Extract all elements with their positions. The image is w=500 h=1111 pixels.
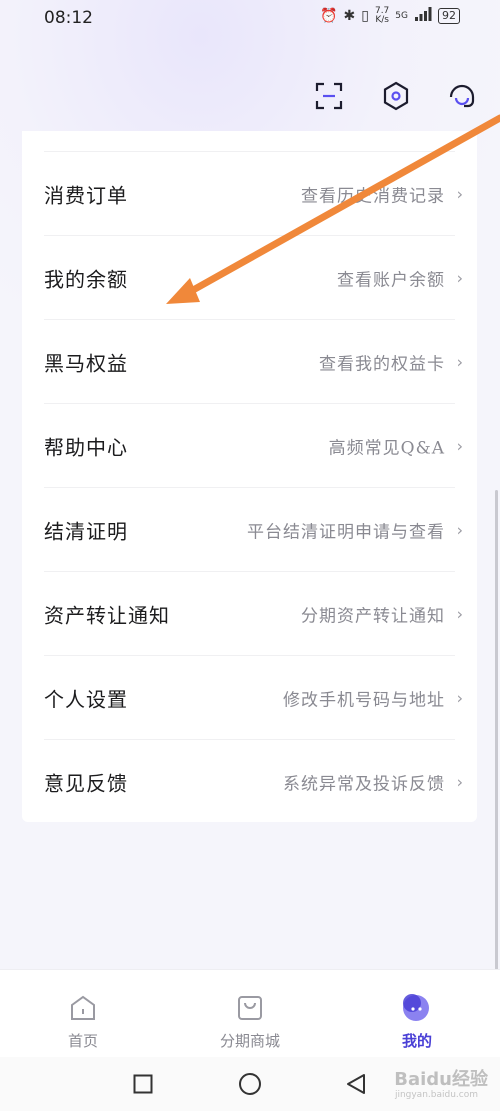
menu-item-subtitle: 系统异常及投诉反馈 [283,774,445,795]
profile-icon [403,994,429,1021]
menu-card: 消费订单 查看历史消费记录 › 我的余额 查看账户余额 › 黑马权益 查看我的权益卡 › 帮助中心… [22,131,477,822]
tab-label-mine: 我的 [401,1032,432,1050]
menu-item-label: 消费订单 [44,183,128,208]
tab-label-home: 首页 [67,1032,98,1050]
menu-item[interactable]: 帮助中心 高频常见Q&A › [22,404,477,488]
chevron-right-icon: › [456,184,463,204]
chevron-right-icon: › [456,688,463,708]
menu-item-label: 意见反馈 [44,771,128,796]
menu-item-label: 黑马权益 [44,351,128,376]
circle-icon [239,1073,261,1095]
menu-item-label: 结清证明 [44,519,128,544]
chevron-right-icon: › [456,436,463,456]
chevron-right-icon: › [456,604,463,624]
menu-item[interactable]: 个人设置 修改手机号码与地址 › [22,656,477,740]
back-button[interactable] [343,1071,369,1097]
menu-item-subtitle: 查看我的权益卡 [319,354,445,375]
status-time: 08:12 [44,8,93,28]
shopping-bag-icon [238,996,262,1020]
tab-installment-mall[interactable]: 分期商城 [167,970,333,1058]
recent-apps-button[interactable] [130,1071,156,1097]
menu-item[interactable]: 意见反馈 系统异常及投诉反馈 › [22,740,477,824]
watermark-brand: Baidu经验 [394,1069,488,1090]
tab-mine[interactable]: 我的 [334,970,500,1058]
customer-service-icon[interactable] [442,76,482,116]
bottom-tab-bar: 首页 分期商城 我的 [0,969,500,1058]
menu-item-subtitle: 查看账户余额 [337,270,445,291]
menu-item-subtitle: 高频常见Q&A [328,438,445,459]
status-icons: ⏰ ✱ ▯ 7.7 K/s 5G 92 [320,6,460,25]
vibrate-icon: ▯ [361,7,369,24]
scan-icon[interactable] [309,76,349,116]
menu-item-label: 资产转让通知 [44,603,170,628]
menu-item-subtitle: 修改手机号码与地址 [283,690,445,711]
chevron-right-icon: › [456,268,463,288]
battery-indicator: 92 [438,7,460,24]
square-icon [133,1074,153,1094]
menu-item-subtitle: 平台结清证明申请与查看 [247,522,445,543]
menu-item-subtitle: 查看历史消费记录 [301,186,445,207]
menu-item-subtitle: 分期资产转让通知 [301,606,445,627]
settings-icon[interactable] [376,76,416,116]
scrollbar[interactable] [495,490,498,970]
home-button[interactable] [237,1071,263,1097]
watermark-url: jingyan.baidu.com [394,1090,478,1100]
chevron-right-icon: › [456,772,463,792]
signal-bars-icon [414,6,432,25]
menu-item[interactable]: 消费订单 查看历史消费记录 › [22,152,477,236]
signal-label: 5G [395,10,408,21]
header-actions [0,76,500,118]
net-speed-unit: K/s [375,14,389,25]
net-speed: 7.7 K/s [375,6,389,25]
menu-item[interactable]: 我的余额 查看账户余额 › [22,236,477,320]
triangle-back-icon [347,1074,365,1094]
chevron-right-icon: › [456,352,463,372]
status-bar: 08:12 ⏰ ✱ ▯ 7.7 K/s 5G 92 [0,0,500,36]
menu-item-label: 我的余额 [44,267,128,292]
bluetooth-icon: ✱ [343,7,356,24]
tab-label-mall: 分期商城 [219,1032,280,1050]
menu-item[interactable]: 资产转让通知 分期资产转让通知 › [22,572,477,656]
menu-item-label: 个人设置 [44,687,128,712]
menu-item[interactable]: 结清证明 平台结清证明申请与查看 › [22,488,477,572]
alarm-icon: ⏰ [320,7,338,24]
chevron-right-icon: › [456,520,463,540]
tab-home[interactable]: 首页 [0,970,166,1058]
menu-item-label: 帮助中心 [44,435,128,460]
home-icon [71,995,95,1020]
menu-item[interactable]: 黑马权益 查看我的权益卡 › [22,320,477,404]
